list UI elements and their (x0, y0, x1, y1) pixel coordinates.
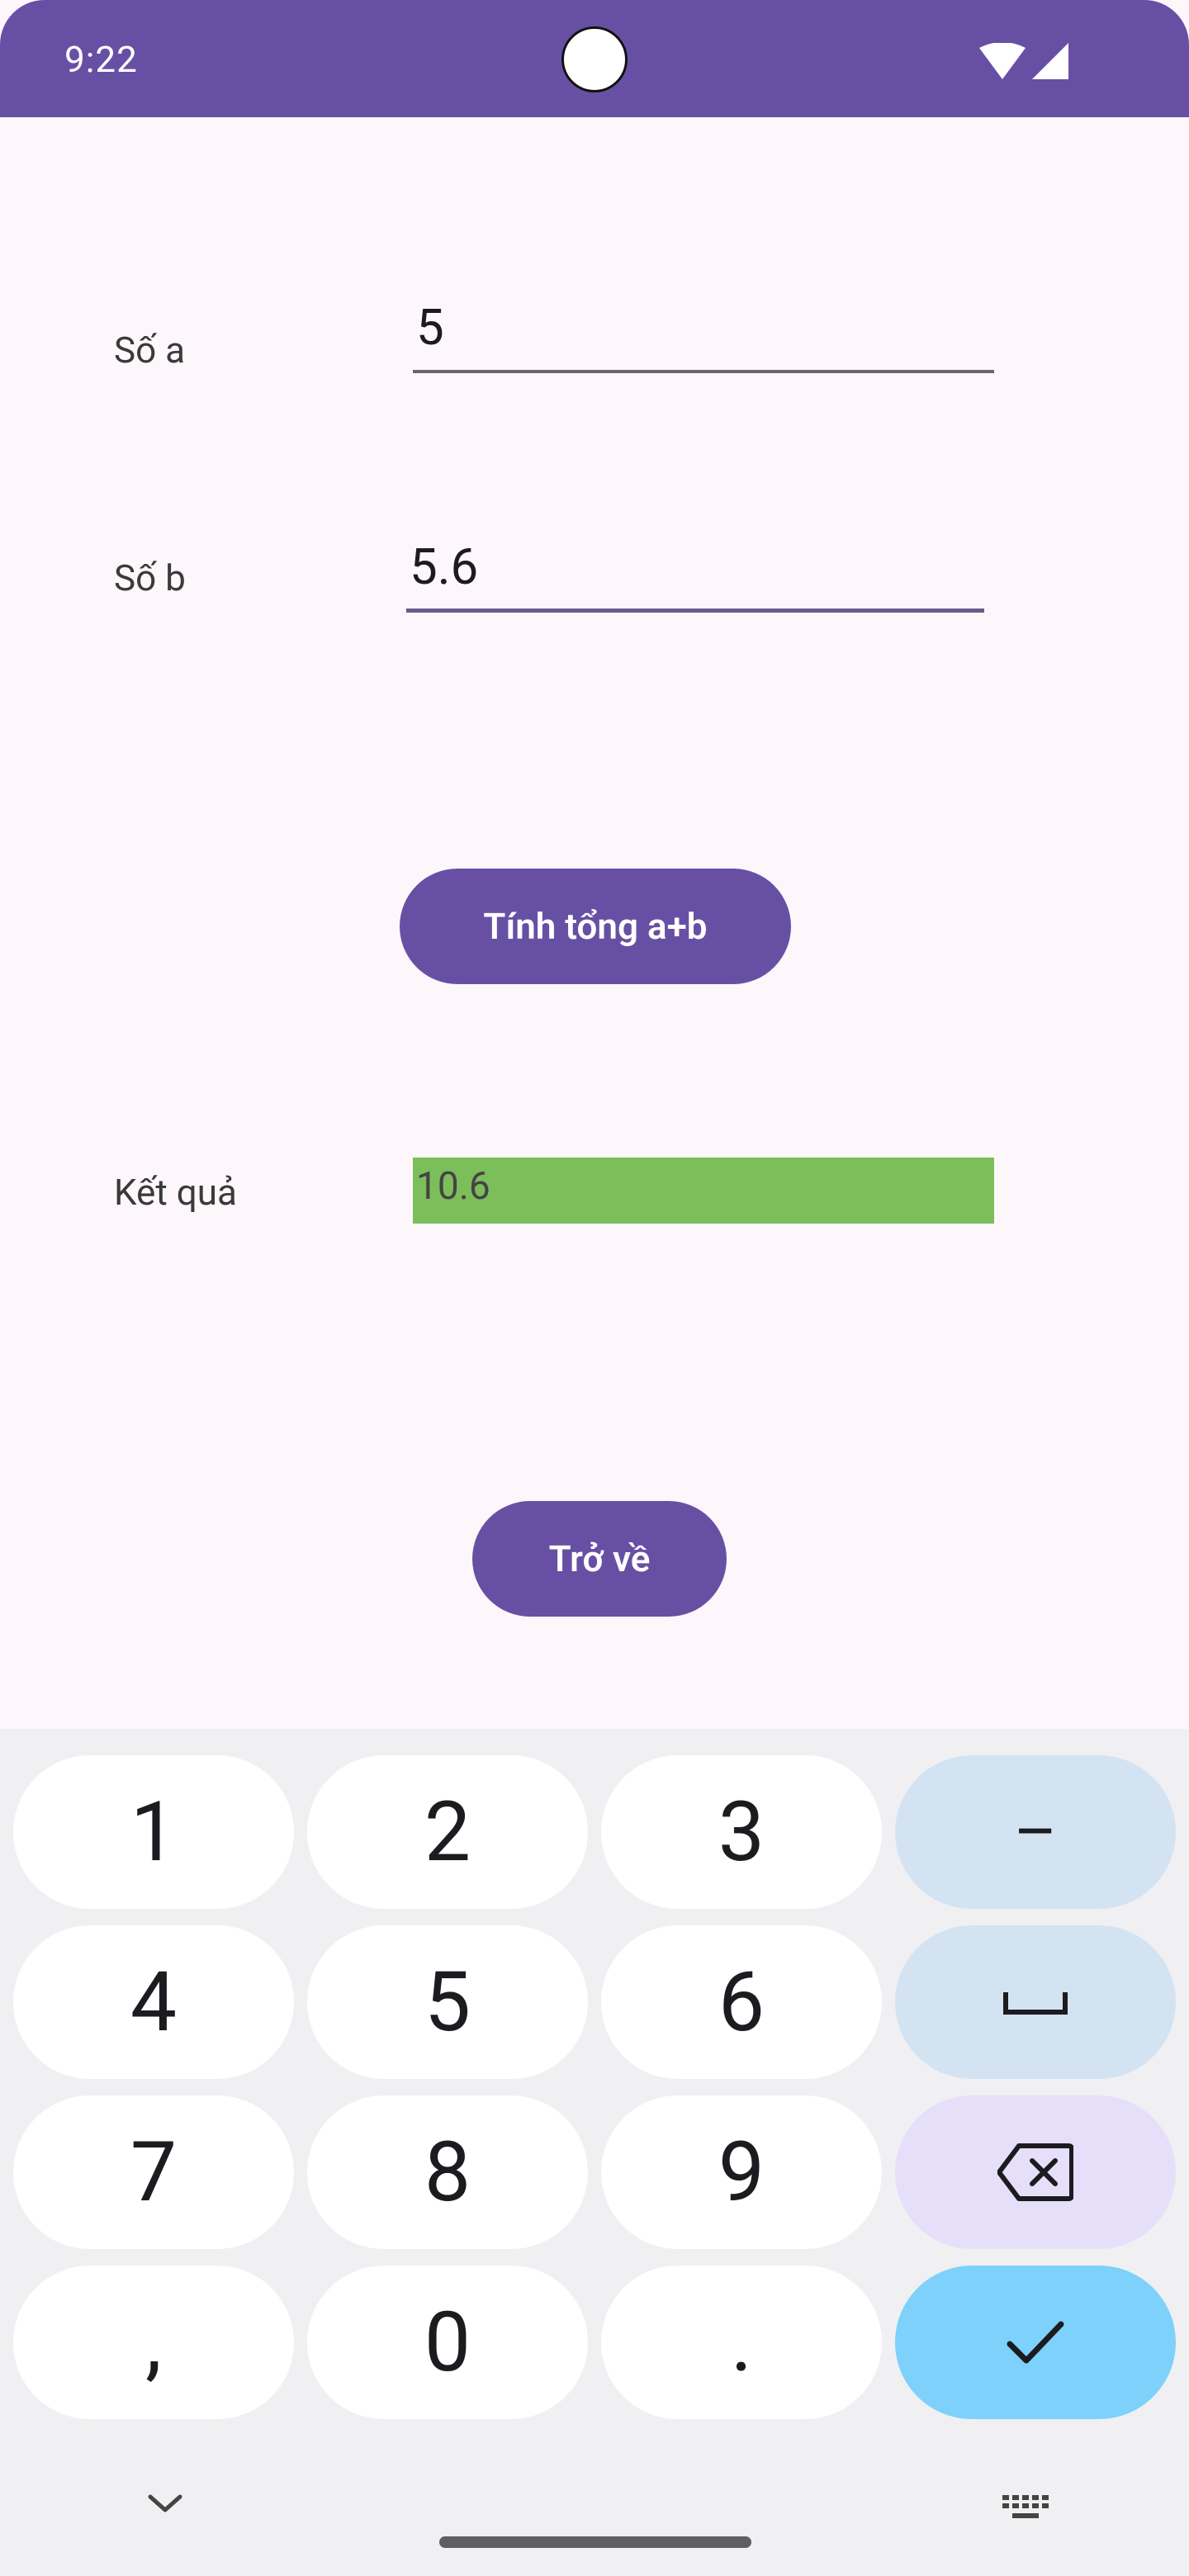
back-button-label: Trở về (548, 1537, 651, 1580)
back-button[interactable]: Trở về (472, 1501, 727, 1617)
key-minus[interactable]: – (895, 1755, 1176, 1909)
backspace-icon (997, 2143, 1073, 2201)
status-time: 9:22 (64, 38, 138, 81)
key-done[interactable] (895, 2266, 1176, 2419)
check-icon (1007, 2321, 1064, 2364)
wifi-icon (979, 43, 1026, 79)
hide-keyboard-icon[interactable] (145, 2490, 185, 2517)
key-7[interactable]: 7 (13, 2095, 294, 2249)
sum-button-label: Tính tổng a+b (483, 905, 708, 948)
key-5[interactable]: 5 (307, 1925, 588, 2079)
key-backspace[interactable] (895, 2095, 1176, 2249)
input-a[interactable]: 5 (413, 281, 994, 373)
result-box: 10.6 (413, 1158, 994, 1224)
space-icon (1003, 1992, 1068, 2015)
numeric-keyboard: 1 2 3 – 4 5 6 7 8 9 , 0 . (0, 1729, 1189, 2576)
input-a-underline (413, 370, 994, 373)
key-4[interactable]: 4 (13, 1925, 294, 2079)
key-6[interactable]: 6 (601, 1925, 882, 2079)
status-bar: 9:22 (0, 0, 1189, 117)
camera-cutout (561, 26, 628, 92)
key-comma[interactable]: , (13, 2266, 294, 2419)
label-b: Số b (114, 556, 186, 599)
sum-button[interactable]: Tính tổng a+b (400, 869, 791, 984)
keyboard-switch-icon[interactable] (1001, 2492, 1050, 2525)
input-b[interactable]: 5.6 (406, 520, 984, 613)
input-a-value: 5 (416, 298, 444, 357)
key-period[interactable]: . (601, 2266, 882, 2419)
key-8[interactable]: 8 (307, 2095, 588, 2249)
input-b-value: 5.6 (410, 537, 479, 596)
home-indicator[interactable] (439, 2536, 751, 2548)
label-a: Số a (114, 329, 186, 372)
result-label: Kết quả (114, 1171, 237, 1214)
signal-icon (1032, 43, 1068, 79)
key-9[interactable]: 9 (601, 2095, 882, 2249)
key-1[interactable]: 1 (13, 1755, 294, 1909)
key-2[interactable]: 2 (307, 1755, 588, 1909)
input-b-underline (406, 608, 984, 613)
result-value: 10.6 (416, 1164, 490, 1209)
key-0[interactable]: 0 (307, 2266, 588, 2419)
key-3[interactable]: 3 (601, 1755, 882, 1909)
key-space[interactable] (895, 1925, 1176, 2079)
